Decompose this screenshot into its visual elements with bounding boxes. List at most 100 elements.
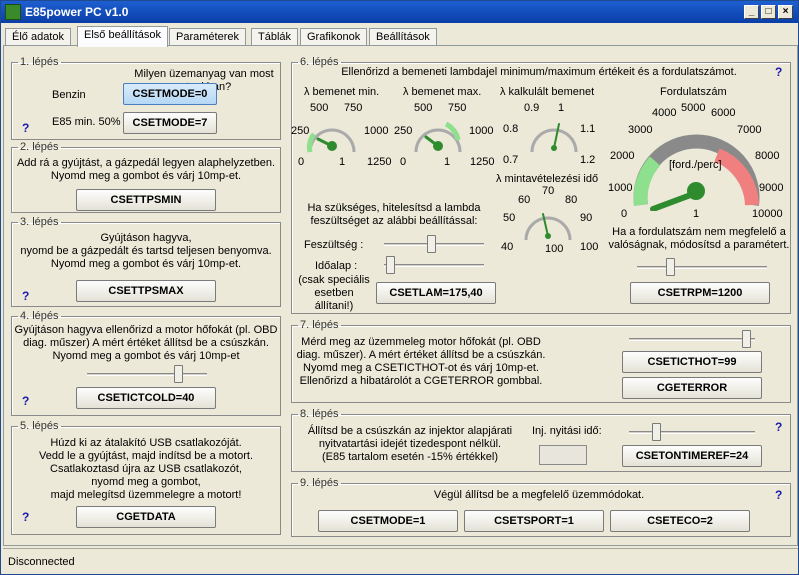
- tick-label: 250: [394, 125, 413, 137]
- tick-label: 100: [545, 243, 564, 255]
- minimize-button[interactable]: _: [744, 5, 759, 19]
- petrol-label: Benzin: [52, 89, 86, 101]
- tick-label: 1.2: [580, 154, 596, 166]
- tab-first-settings[interactable]: Első beállítások: [77, 26, 169, 47]
- tick-label: 750: [448, 102, 467, 114]
- rpm-slider[interactable]: [637, 256, 767, 278]
- step2-text2: Nyomd meg a gombot és várj 10mp-et.: [50, 170, 242, 182]
- cgetdata-button[interactable]: CGETDATA: [76, 506, 216, 528]
- csetontimeref-button[interactable]: CSETONTIMEREF=24: [622, 445, 762, 467]
- step8-legend: 8. lépés: [300, 408, 339, 420]
- rpm-note1: Ha a fordulatszám nem megfelelő a: [612, 226, 786, 238]
- timebase-label: Időalap :: [315, 260, 358, 272]
- help-icon[interactable]: ?: [22, 289, 29, 303]
- help-icon[interactable]: ?: [775, 420, 782, 434]
- step8-text2: nyitvatartási idejét tizedespont nélkül.: [318, 438, 502, 450]
- help-icon[interactable]: ?: [22, 394, 29, 408]
- tick-label: 100: [580, 241, 599, 253]
- step9-legend: 9. lépés: [300, 477, 339, 489]
- step3-text1: Gyújtáson hagyva,: [100, 232, 192, 244]
- csettpsmin-button[interactable]: CSETTPSMIN: [76, 189, 216, 211]
- cseteco-button[interactable]: CSETECO=2: [610, 510, 750, 532]
- step7-text4: Ellenőrizd a hibatárolót a CGETERROR gom…: [299, 375, 543, 387]
- maximize-button[interactable]: □: [761, 5, 776, 19]
- csetmode0-button[interactable]: CSETMODE=0: [123, 83, 217, 105]
- slider-thumb[interactable]: [173, 365, 183, 383]
- lambda-max-gauge: [414, 121, 462, 153]
- tab-parameters[interactable]: Paraméterek: [169, 28, 246, 46]
- e85-label: E85 min. 50%: [52, 116, 121, 128]
- lambda-calc-gauge: [530, 123, 578, 153]
- help-icon[interactable]: ?: [775, 65, 782, 79]
- step5-text1: Húzd ki az átalakító USB csatlakozóját.: [50, 437, 242, 449]
- step3-text2: nyomd be a gázpedált és tartsd teljesen …: [20, 245, 272, 257]
- help-icon[interactable]: ?: [775, 488, 782, 502]
- csetsport-button[interactable]: CSETSPORT=1: [464, 510, 604, 532]
- help-icon[interactable]: ?: [22, 121, 29, 135]
- csetmode7-button[interactable]: CSETMODE=7: [123, 112, 217, 134]
- slider-thumb[interactable]: [666, 258, 676, 276]
- slider-thumb[interactable]: [742, 330, 752, 348]
- tab-charts[interactable]: Grafikonok: [300, 28, 368, 46]
- tick-label: 1250: [367, 156, 392, 168]
- tick-label: 10000: [752, 208, 783, 220]
- main-panel: 1. lépés Milyen üzemanyag van most a tan…: [3, 45, 798, 546]
- csetlam-button[interactable]: CSETLAM=175,40: [376, 282, 496, 304]
- tick-label: 80: [565, 194, 578, 206]
- tab-tables[interactable]: Táblák: [251, 28, 299, 46]
- csetmode1-button[interactable]: CSETMODE=1: [318, 510, 458, 532]
- csetrpm-button[interactable]: CSETRPM=1200: [630, 282, 770, 304]
- tick-label: 40: [501, 241, 514, 253]
- tick-label: 8000: [755, 150, 780, 162]
- window-title: E85power PC v1.0: [25, 5, 129, 19]
- inj-time-slider[interactable]: [629, 421, 755, 443]
- ict-cold-slider[interactable]: [87, 363, 207, 385]
- step4-legend: 4. lépés: [20, 310, 59, 322]
- ict-hot-slider[interactable]: [629, 328, 755, 350]
- step2-text1: Add rá a gyújtást, a gázpedál legyen ala…: [16, 157, 276, 169]
- close-button[interactable]: ×: [778, 5, 793, 19]
- tab-settings[interactable]: Beállítások: [369, 28, 437, 46]
- tick-label: 1250: [470, 156, 495, 168]
- sampling-time-gauge: [524, 213, 572, 241]
- tick-label: 60: [518, 194, 531, 206]
- tick-label: 90: [580, 212, 593, 224]
- tab-live-data[interactable]: Élő adatok: [5, 28, 71, 46]
- special-text2: esetben állítani!): [314, 287, 354, 312]
- step4-text1: Gyújtáson hagyva ellenőrizd a motor hőfo…: [14, 324, 278, 336]
- slider-thumb[interactable]: [385, 256, 395, 274]
- tick-label: 250: [291, 125, 310, 137]
- csetic-thot-button[interactable]: CSETICTHOT=99: [622, 351, 762, 373]
- gauge2-title: λ bemenet max.: [403, 86, 482, 98]
- tick-label: 70: [542, 185, 555, 197]
- step3-legend: 3. lépés: [20, 216, 59, 228]
- tick-label: 1: [558, 102, 565, 114]
- calib-text2: feszültséget az alábbi beállítással:: [310, 215, 478, 227]
- csettpsmax-button[interactable]: CSETTPSMAX: [76, 280, 216, 302]
- cgeterror-button[interactable]: CGETERROR: [622, 377, 762, 399]
- tick-label: 750: [344, 102, 363, 114]
- step1-legend: 1. lépés: [20, 56, 59, 68]
- calib-text1: Ha szükséges, hitelesítsd a lambda: [307, 202, 481, 214]
- slider-thumb[interactable]: [652, 423, 662, 441]
- status-bar: Disconnected: [3, 548, 798, 574]
- step4-text2: diag. műszer) A mért értéket állítsd be …: [23, 337, 269, 349]
- tick-label: 0.7: [503, 154, 519, 166]
- csetictcold-button[interactable]: CSETICTCOLD=40: [76, 387, 216, 409]
- timebase-slider[interactable]: [384, 254, 484, 276]
- tick-label: 1.1: [580, 123, 596, 135]
- tick-label: 0: [298, 156, 305, 168]
- tick-label: 2000: [610, 150, 635, 162]
- tick-label: 5000: [681, 102, 706, 114]
- inj-label: Inj. nyitási idő:: [532, 425, 602, 437]
- step5-text4: nyomd meg a gombot,: [91, 476, 201, 488]
- step6-header: Ellenőrizd a bemeneti lambdajel minimum/…: [341, 66, 737, 78]
- step4-text3: Nyomd meg a gombot és várj 10mp-et: [52, 350, 240, 362]
- tick-label: 1: [444, 156, 451, 168]
- voltage-slider[interactable]: [384, 233, 484, 255]
- help-icon[interactable]: ?: [22, 510, 29, 524]
- step7-legend: 7. lépés: [300, 319, 339, 331]
- rpm-note2: valóságnak, módosítsd a paramétert.: [608, 239, 790, 251]
- slider-thumb[interactable]: [426, 235, 436, 253]
- tick-label: 1: [693, 208, 700, 220]
